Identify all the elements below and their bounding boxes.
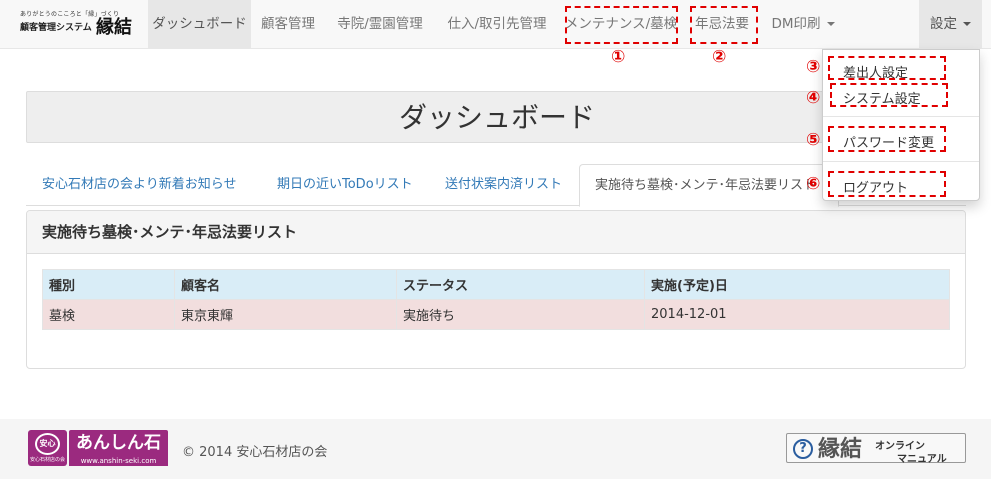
column-header-customer: 顧客名 — [174, 269, 397, 300]
tab-todo[interactable]: 期日の近いToDoリスト — [262, 164, 428, 206]
tab-pending[interactable]: 実施待ち墓検･メンテ･年忌法要リスト — [579, 164, 839, 207]
column-header-status: ステータス — [396, 269, 645, 300]
table-row[interactable]: 墓検 東京東輝 実施待ち 2014-12-01 — [42, 299, 950, 330]
table-header-row: 種別 顧客名 ステータス 実施(予定)日 — [42, 269, 950, 300]
nav-customers[interactable]: 顧客管理 — [251, 0, 325, 49]
manual-label-manual: マニュアル — [897, 454, 947, 465]
highlight-memorial — [690, 6, 758, 44]
brand-subtitle: 顧客管理システム — [20, 23, 92, 33]
logo-badge-text: 安心石材店の会 — [29, 457, 65, 463]
chevron-down-icon — [963, 22, 971, 26]
annotation-number-6: ⑥ — [806, 174, 821, 194]
chevron-down-icon — [826, 22, 835, 26]
footer: 安心 安心石材店の会 あんしん石 www.anshin-seki.com © 2… — [0, 419, 991, 479]
anshin-seki-logo[interactable]: 安心 安心石材店の会 あんしん石 www.anshin-seki.com — [28, 430, 168, 466]
column-header-type: 種別 — [42, 269, 175, 300]
nav-dm-print-label: DM印刷 — [771, 16, 821, 32]
logo-badge: 安心 安心石材店の会 — [28, 430, 67, 466]
pending-table: 種別 顧客名 ステータス 実施(予定)日 墓検 東京東輝 実施待ち 2014-1… — [42, 269, 950, 330]
pending-list-panel: 実施待ち墓検･メンテ･年忌法要リスト 種別 顧客名 ステータス 実施(予定)日 … — [26, 210, 966, 369]
annotation-number-5: ⑤ — [806, 130, 821, 150]
manual-brand-text: 縁結 — [818, 436, 863, 462]
column-header-date: 実施(予定)日 — [644, 269, 950, 300]
annotation-number-1: ① — [611, 47, 626, 67]
cell-status: 実施待ち — [396, 299, 645, 330]
highlight-change-password — [828, 126, 946, 152]
highlight-system-settings — [830, 83, 948, 107]
nav-suppliers[interactable]: 仕入/取引先管理 — [435, 0, 559, 49]
nav-temples[interactable]: 寺院/霊園管理 — [325, 0, 435, 49]
navbar: ありがとうのこころと「縁」づくり 顧客管理システム 縁結 ダッシュボード 顧客管… — [0, 0, 991, 49]
highlight-sender-settings — [828, 56, 946, 80]
highlight-maintenance — [565, 6, 678, 44]
nav-dm-print[interactable]: DM印刷 — [761, 0, 845, 49]
help-icon: ? — [793, 439, 813, 459]
nav-settings[interactable]: 設定 — [919, 0, 982, 49]
highlight-logout — [828, 171, 946, 197]
cell-customer: 東京東輝 — [174, 299, 397, 330]
menu-divider — [823, 161, 979, 162]
cell-date: 2014-12-01 — [644, 299, 950, 330]
nav-settings-label: 設定 — [930, 16, 957, 32]
nav-dashboard[interactable]: ダッシュボード — [148, 0, 251, 49]
logo-badge-mark: 安心 — [35, 433, 60, 455]
logo-main-text: あんしん石 — [69, 430, 168, 456]
online-manual-button[interactable]: ? 縁結 オンライン マニュアル — [786, 433, 966, 465]
tab-sent[interactable]: 送付状案内済リスト — [430, 164, 577, 206]
panel-heading: 実施待ち墓検･メンテ･年忌法要リスト — [27, 211, 965, 254]
annotation-number-2: ② — [712, 47, 727, 67]
brand-logo[interactable]: ありがとうのこころと「縁」づくり 顧客管理システム 縁結 — [20, 9, 145, 39]
brand-name: 縁結 — [96, 17, 132, 38]
annotation-number-3: ③ — [806, 57, 821, 77]
logo-url-text: www.anshin-seki.com — [69, 456, 168, 466]
menu-divider — [823, 116, 979, 117]
panel-title: 実施待ち墓検･メンテ･年忌法要リスト — [42, 223, 298, 241]
annotation-number-4: ④ — [806, 88, 821, 108]
copyright-text: © 2014 安心石材店の会 — [182, 445, 328, 460]
cell-type: 墓検 — [42, 299, 175, 330]
tab-news[interactable]: 安心石材店の会より新着お知らせ — [27, 164, 251, 206]
